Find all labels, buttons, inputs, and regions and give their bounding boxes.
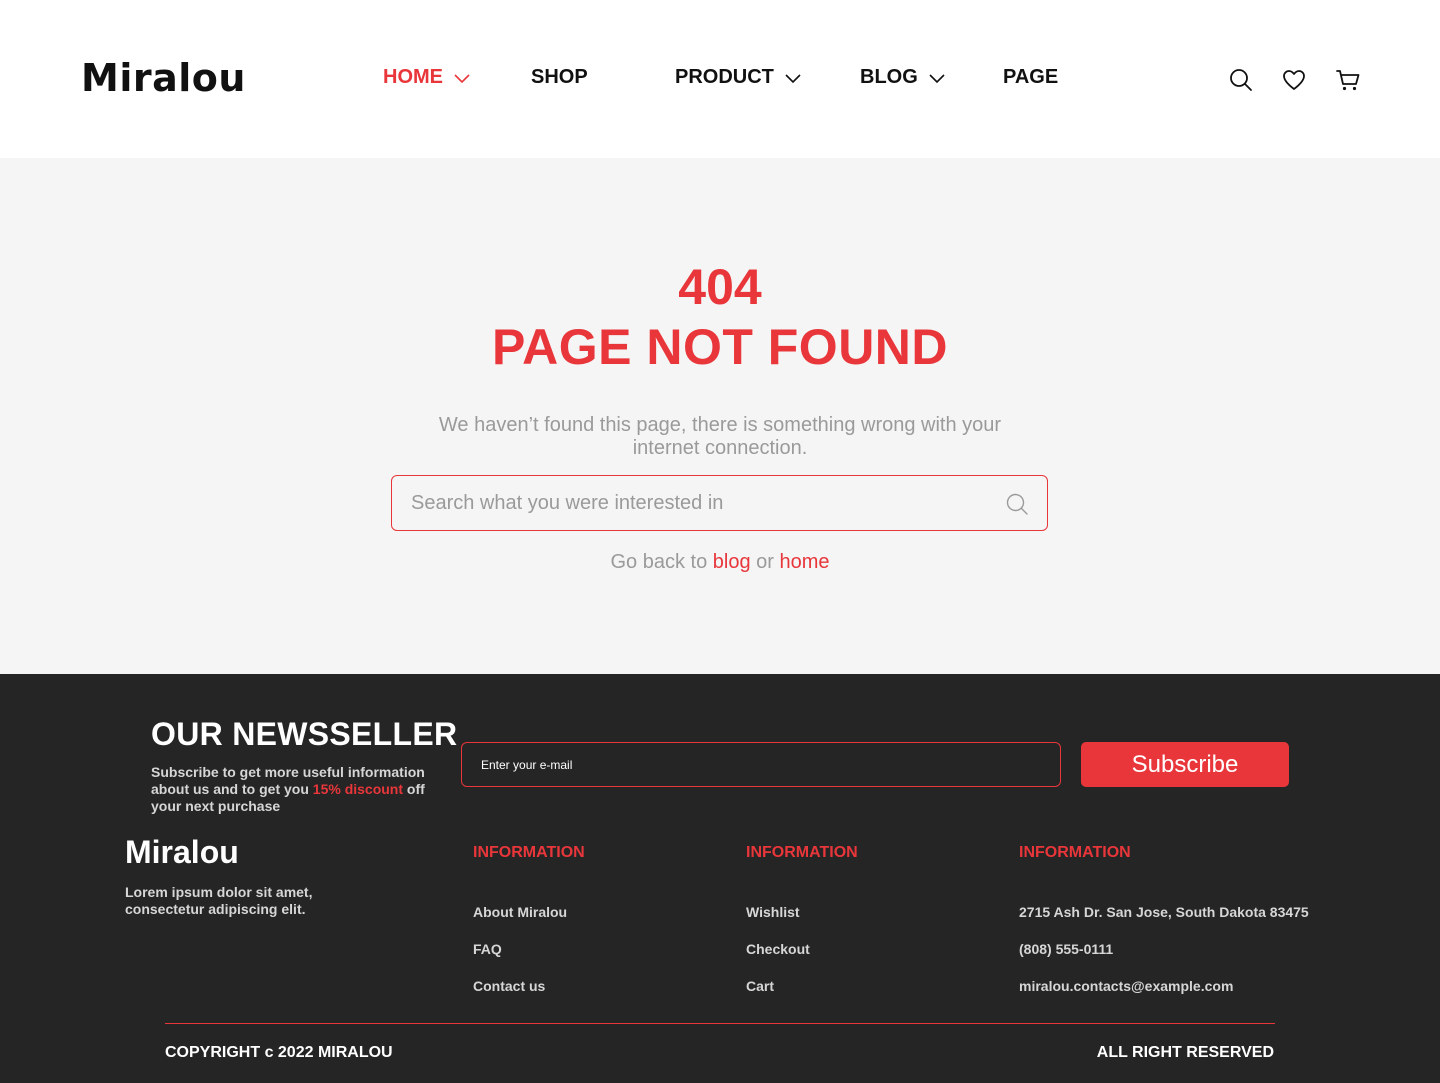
nav-item-label: SHOP bbox=[531, 66, 588, 88]
search-box bbox=[391, 475, 1048, 531]
email-field[interactable] bbox=[481, 743, 1041, 786]
site-header: Miralou HOME SHOP PRODUCT BLOG PAGE bbox=[0, 0, 1440, 158]
footer-divider bbox=[165, 1023, 1275, 1024]
go-back-or: or bbox=[756, 551, 774, 573]
site-footer: OUR NEWSSELLER Subscribe to get more use… bbox=[0, 674, 1440, 1083]
nav-item-home[interactable]: HOME bbox=[383, 66, 471, 89]
subscribe-button[interactable]: Subscribe bbox=[1081, 742, 1289, 787]
footer-link-wishlist[interactable]: Wishlist bbox=[746, 904, 800, 920]
go-back-text: Go back to blog or home bbox=[0, 551, 1440, 574]
footer-column-info-3: INFORMATION 2715 Ash Dr. San Jose, South… bbox=[1019, 844, 1309, 994]
nav-item-label: HOME bbox=[383, 66, 443, 88]
footer-link-cart[interactable]: Cart bbox=[746, 978, 774, 994]
nav-item-shop[interactable]: SHOP bbox=[531, 66, 588, 89]
chevron-down-icon bbox=[785, 73, 801, 83]
cart-icon[interactable] bbox=[1335, 67, 1361, 93]
footer-link-contact[interactable]: Contact us bbox=[473, 978, 545, 994]
footer-about-text: Lorem ipsum dolor sit amet, consectetur … bbox=[125, 884, 313, 917]
nav-item-blog[interactable]: BLOG bbox=[860, 66, 946, 89]
discount-highlight: 15% discount bbox=[312, 781, 404, 797]
site-logo[interactable]: Miralou bbox=[81, 56, 246, 100]
footer-email[interactable]: miralou.contacts@example.com bbox=[1019, 978, 1233, 994]
nav-item-label: PRODUCT bbox=[675, 66, 774, 88]
newsletter-text: Subscribe to get more useful information… bbox=[151, 764, 451, 815]
nav-item-label: BLOG bbox=[860, 66, 918, 88]
footer-column-info-2: INFORMATION Wishlist Checkout Cart bbox=[746, 844, 858, 994]
heart-icon[interactable] bbox=[1281, 67, 1307, 93]
home-link[interactable]: home bbox=[779, 551, 829, 573]
search-icon[interactable] bbox=[1005, 492, 1029, 516]
footer-link-faq[interactable]: FAQ bbox=[473, 941, 502, 957]
footer-column-info-1: INFORMATION About Miralou FAQ Contact us bbox=[473, 844, 585, 994]
footer-phone[interactable]: (808) 555-0111 bbox=[1019, 941, 1113, 957]
email-box bbox=[461, 742, 1061, 787]
copyright-text: COPYRIGHT c 2022 MIRALOU bbox=[165, 1044, 393, 1061]
blog-link[interactable]: blog bbox=[713, 551, 751, 573]
error-description: We haven’t found this page, there is som… bbox=[438, 414, 1002, 459]
go-back-prefix: Go back to bbox=[610, 551, 708, 573]
error-code: 404 bbox=[678, 259, 762, 315]
not-found-section: 404 PAGE NOT FOUND We haven’t found this… bbox=[0, 158, 1440, 674]
nav-item-label: PAGE bbox=[1003, 66, 1059, 88]
footer-column-title: INFORMATION bbox=[746, 844, 858, 861]
footer-link-about[interactable]: About Miralou bbox=[473, 904, 567, 920]
footer-logo[interactable]: Miralou bbox=[125, 834, 239, 871]
footer-column-title: INFORMATION bbox=[473, 844, 585, 861]
search-icon[interactable] bbox=[1228, 67, 1254, 93]
nav-item-product[interactable]: PRODUCT bbox=[675, 66, 802, 89]
rights-text: ALL RIGHT RESERVED bbox=[1096, 1044, 1274, 1061]
chevron-down-icon bbox=[929, 73, 945, 83]
footer-column-title: INFORMATION bbox=[1019, 844, 1131, 861]
footer-link-checkout[interactable]: Checkout bbox=[746, 941, 810, 957]
footer-address: 2715 Ash Dr. San Jose, South Dakota 8347… bbox=[1019, 904, 1309, 920]
chevron-down-icon bbox=[454, 73, 470, 83]
search-input[interactable] bbox=[411, 476, 991, 530]
error-title: PAGE NOT FOUND bbox=[491, 319, 949, 375]
nav-item-page[interactable]: PAGE bbox=[1003, 66, 1058, 89]
newsletter-title: OUR NEWSSELLER bbox=[151, 716, 458, 752]
